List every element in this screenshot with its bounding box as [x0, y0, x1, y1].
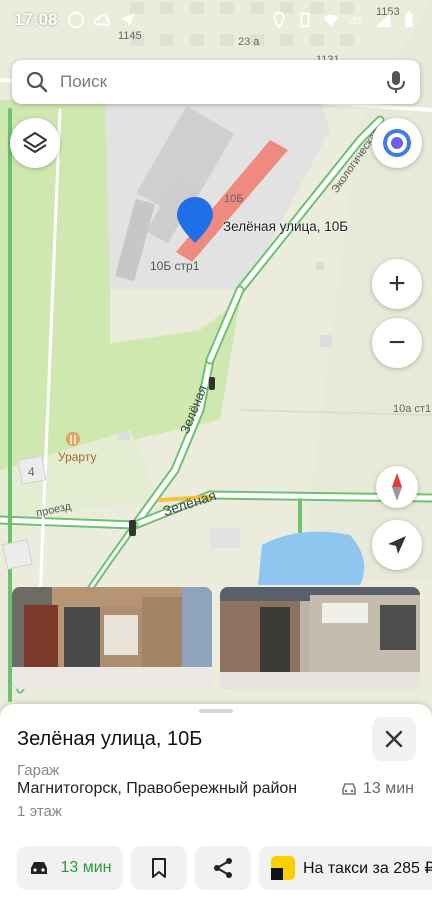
actions-row: 13 мин На такси за 285 ₽ — [0, 846, 432, 890]
location-pin-icon[interactable] — [176, 196, 214, 244]
battery-icon — [405, 11, 413, 28]
zoom-out-button[interactable]: − — [372, 318, 422, 368]
layers-button[interactable] — [10, 118, 60, 168]
vibrate-icon — [300, 12, 310, 28]
alice-icon — [383, 129, 411, 157]
place-photo-2[interactable] — [220, 587, 420, 689]
zoom-in-button[interactable]: + — [372, 259, 422, 309]
poi-urartu[interactable]: Урарту — [58, 450, 96, 464]
locate-button[interactable] — [372, 520, 422, 570]
house-number-label: 10Б стр1 — [150, 259, 200, 273]
car-icon — [342, 783, 356, 795]
taxi-button[interactable]: На такси за 285 ₽ — [259, 846, 432, 890]
cloud-icon — [94, 14, 111, 26]
layers-icon — [23, 132, 47, 153]
drag-handle[interactable] — [199, 709, 233, 713]
route-time: 13 мин — [60, 859, 112, 876]
location-icon — [273, 11, 285, 29]
house-number-label: 4 — [28, 465, 35, 479]
close-icon — [385, 730, 403, 748]
close-button[interactable] — [372, 717, 416, 761]
place-address: Магнитогорск, Правобережный район — [17, 780, 298, 797]
garage-photo — [12, 587, 212, 689]
locate-icon — [388, 536, 406, 554]
place-photo-1[interactable] — [12, 587, 212, 689]
place-floors: 1 этаж — [17, 803, 62, 820]
status-bar: 17:08 LTE — [0, 0, 432, 40]
wifi-icon — [323, 14, 339, 27]
building-map-label[interactable]: Зелёная улица, 10Б — [223, 219, 348, 234]
bookmark-button[interactable] — [131, 846, 187, 890]
house-number-label: 10Б — [224, 193, 244, 205]
compass-button[interactable] — [376, 466, 418, 508]
compass-icon — [392, 473, 402, 501]
restaurant-icon[interactable] — [66, 432, 80, 448]
place-category: Гараж — [17, 762, 60, 779]
search-input[interactable]: Поиск — [60, 72, 386, 92]
taxi-price: На такси за 285 ₽ — [303, 860, 432, 877]
search-bar[interactable]: Поиск — [12, 60, 420, 104]
route-button[interactable]: 13 мин — [17, 846, 123, 890]
drive-time: 13 мин — [341, 780, 414, 798]
search-icon — [26, 71, 48, 93]
svg-text:LTE: LTE — [349, 16, 362, 26]
house-number-label: 10а ст1 — [393, 403, 432, 415]
whatsapp-icon — [68, 11, 85, 29]
signal-icon — [375, 12, 391, 28]
plus-icon: + — [388, 267, 406, 300]
yandex-taxi-icon — [271, 856, 295, 880]
send-icon — [121, 12, 136, 28]
minus-icon: − — [388, 326, 406, 359]
place-card[interactable]: Зелёная улица, 10Б Гараж Магнитогорск, П… — [0, 704, 432, 910]
place-title: Зелёная улица, 10Б — [17, 728, 203, 750]
volte-icon: LTE — [349, 16, 362, 26]
garage-photo — [220, 587, 420, 689]
drive-time-text: 13 мин — [362, 780, 414, 797]
status-time: 17:08 — [14, 10, 58, 29]
bookmark-icon — [152, 858, 166, 878]
share-button[interactable] — [195, 846, 251, 890]
car-icon — [31, 862, 48, 874]
share-icon — [214, 858, 232, 878]
microphone-icon[interactable] — [386, 70, 406, 94]
alice-button[interactable] — [372, 118, 422, 168]
